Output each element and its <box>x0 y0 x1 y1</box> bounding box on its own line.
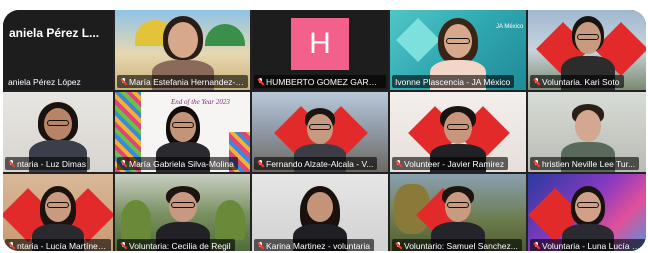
participant-name: Voluntaria. Kari Soto <box>542 76 620 87</box>
nameplate: Voluntaria. Kari Soto <box>530 75 624 88</box>
event-banner: End of the Year 2023 <box>171 98 230 106</box>
plant-decoration <box>215 200 245 240</box>
participant-tile[interactable]: End of the Year 2023 María Gabriela Silv… <box>115 92 250 172</box>
participant-name: ntaria - Luz Dimas <box>17 158 86 169</box>
organization-logo: JA México <box>496 24 524 30</box>
participant-name: Fernando Alzate-Alcala - V... <box>266 158 374 169</box>
participant-tile[interactable]: María Estefania Hernandez-Fu... <box>115 10 250 90</box>
nameplate: aniela Pérez López <box>5 75 85 88</box>
participant-tile[interactable]: Voluntario: Samuel Sanchez... <box>390 174 526 251</box>
muted-mic-icon <box>395 159 402 168</box>
participant-name: Voluntaria - Luna Lucía D... <box>542 240 642 251</box>
participant-tile[interactable]: Voluntaria. Kari Soto <box>528 10 646 90</box>
nameplate: María Estefania Hernandez-Fu... <box>117 75 248 88</box>
nameplate: María Gabriela Silva-Molina <box>117 157 238 170</box>
participant-name: aniela Pérez López <box>8 76 81 87</box>
participant-tile[interactable]: ntaria - Lucía Martínez ... <box>3 174 113 251</box>
participant-tile[interactable]: H HUMBERTO GOMEZ GARCIA <box>252 10 388 90</box>
nameplate: Karina Martinez - voluntaria <box>254 239 374 251</box>
participant-name: María Estefania Hernandez-Fu... <box>129 76 244 87</box>
participant-tile[interactable]: Karina Martinez - voluntaria <box>252 174 388 251</box>
muted-mic-icon <box>120 77 127 86</box>
muted-mic-icon <box>257 77 264 86</box>
participant-tile[interactable]: aniela Pérez L... aniela Pérez López <box>3 10 113 90</box>
nameplate: Fernando Alzate-Alcala - V... <box>254 157 378 170</box>
nameplate: ntaria - Luz Dimas <box>5 157 90 170</box>
participant-name: María Gabriela Silva-Molina <box>129 158 234 169</box>
muted-mic-icon <box>533 77 540 86</box>
participant-tile[interactable]: Voluntaria - Luna Lucía D... <box>528 174 646 251</box>
plant-decoration <box>121 200 151 240</box>
participant-name: ntaria - Lucía Martínez ... <box>17 240 107 251</box>
participant-name: hristien Neville Lee Tur... <box>542 158 636 169</box>
participant-tile[interactable]: Volunteer - Javier Ramirez <box>390 92 526 172</box>
participant-name: Voluntario: Samuel Sanchez... <box>404 240 518 251</box>
muted-mic-icon <box>533 159 540 168</box>
muted-mic-icon <box>120 241 127 250</box>
muted-mic-icon <box>8 241 15 250</box>
nameplate: Voluntario: Samuel Sanchez... <box>392 239 522 251</box>
nameplate: Voluntaria: Cecilia de Regil <box>117 239 235 251</box>
participant-name: Karina Martinez - voluntaria <box>266 240 370 251</box>
muted-mic-icon <box>257 159 264 168</box>
muted-mic-icon <box>120 159 127 168</box>
avatar: H <box>291 18 349 70</box>
participant-name: Volunteer - Javier Ramirez <box>404 158 505 169</box>
participant-grid: aniela Pérez L... aniela Pérez López Mar… <box>3 10 646 251</box>
participant-name: Ivonne Plascencia - JA México <box>395 76 511 87</box>
nameplate: HUMBERTO GOMEZ GARCIA <box>254 75 386 88</box>
muted-mic-icon <box>533 241 540 250</box>
nameplate: Voluntaria - Luna Lucía D... <box>530 239 646 251</box>
nameplate: ntaria - Lucía Martínez ... <box>5 239 111 251</box>
participant-name: HUMBERTO GOMEZ GARCIA <box>266 76 382 87</box>
video-gallery: aniela Pérez L... aniela Pérez López Mar… <box>3 10 646 251</box>
muted-mic-icon <box>8 159 15 168</box>
nameplate: Volunteer - Javier Ramirez <box>392 157 509 170</box>
participant-tile[interactable]: hristien Neville Lee Tur... <box>528 92 646 172</box>
participant-tile[interactable]: Voluntaria: Cecilia de Regil <box>115 174 250 251</box>
participant-tile[interactable]: Fernando Alzate-Alcala - V... <box>252 92 388 172</box>
participant-tile-active-speaker[interactable]: JA México Ivonne Plascencia - JA México <box>390 10 526 90</box>
participant-display-name: aniela Pérez L... <box>9 26 100 40</box>
muted-mic-icon <box>257 241 264 250</box>
nameplate: Ivonne Plascencia - JA México <box>392 75 515 88</box>
nameplate: hristien Neville Lee Tur... <box>530 157 640 170</box>
participant-tile[interactable]: ntaria - Luz Dimas <box>3 92 113 172</box>
muted-mic-icon <box>395 241 402 250</box>
participant-name: Voluntaria: Cecilia de Regil <box>129 240 231 251</box>
